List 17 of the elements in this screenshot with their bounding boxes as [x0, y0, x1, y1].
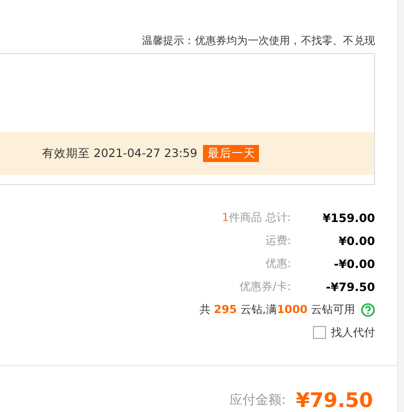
- summary-value: -¥0.00: [332, 256, 376, 270]
- notice-text: 温馨提示：优惠券均为一次使用，不找零、不兑现: [142, 34, 376, 48]
- proxy-pay-checkbox[interactable]: 找人代付: [313, 325, 376, 340]
- summary-label: 优惠券/卡:: [240, 279, 292, 294]
- summary-label: 优惠:: [265, 256, 292, 271]
- summary-value: -¥79.50: [324, 280, 376, 294]
- scrollbar[interactable]: [397, 0, 404, 412]
- expiry-text: 有效期至 2021-04-27 23:59: [42, 146, 198, 161]
- summary-value: ¥159.00: [322, 210, 376, 224]
- payable-amount: ¥79.50: [296, 388, 374, 412]
- payable-label: 应付金额:: [229, 392, 286, 409]
- summary-value: ¥0.00: [338, 234, 376, 248]
- points-text: 共 295 云钻,满1000 云钻可用: [199, 302, 356, 317]
- help-icon[interactable]: [361, 302, 376, 316]
- summary-label: 运费:: [265, 233, 292, 248]
- summary-label: 1件商品 总计:: [222, 210, 292, 225]
- last-day-badge: 最后一天: [203, 145, 260, 162]
